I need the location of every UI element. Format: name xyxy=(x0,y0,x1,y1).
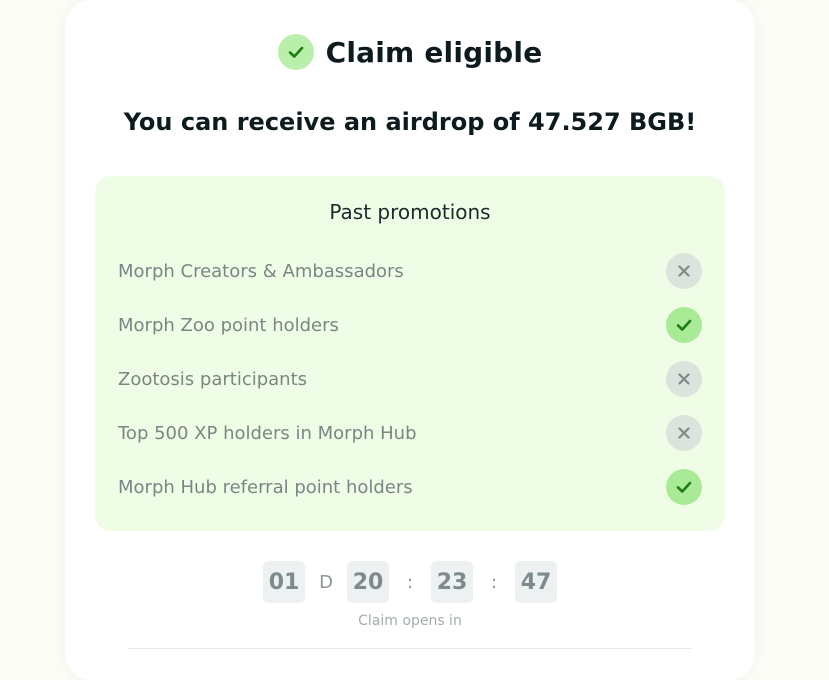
promotion-item-referral-point-holders: Morph Hub referral point holders xyxy=(118,468,702,506)
check-icon xyxy=(666,307,702,343)
countdown-separator: : xyxy=(490,571,498,593)
promotion-item-top-xp-holders: Top 500 XP holders in Morph Hub xyxy=(118,414,702,452)
cross-icon xyxy=(666,361,702,397)
countdown-separator: : xyxy=(406,571,414,593)
countdown-hours: 20 xyxy=(347,561,389,603)
divider xyxy=(128,648,692,649)
countdown-minutes: 23 xyxy=(431,561,473,603)
past-promotions-title: Past promotions xyxy=(329,200,491,224)
check-icon xyxy=(666,469,702,505)
cross-icon xyxy=(666,253,702,289)
past-promotions-panel: Past promotions Morph Creators & Ambassa… xyxy=(95,176,725,531)
promotion-label: Morph Hub referral point holders xyxy=(118,476,413,498)
countdown-days: 01 xyxy=(263,561,305,603)
cross-icon xyxy=(666,415,702,451)
promotion-label: Top 500 XP holders in Morph Hub xyxy=(118,422,417,444)
promotion-label: Zootosis participants xyxy=(118,368,308,390)
promotion-item-zootosis-participants: Zootosis participants xyxy=(118,360,702,398)
countdown-seconds: 47 xyxy=(515,561,557,603)
promotion-label: Morph Zoo point holders xyxy=(118,314,339,336)
claim-card: Claim eligible You can receive an airdro… xyxy=(65,0,755,680)
claim-countdown: 01 D 20 : 23 : 47 xyxy=(65,561,755,603)
promotion-item-creators-ambassadors: Morph Creators & Ambassadors xyxy=(118,252,702,290)
check-icon xyxy=(277,34,314,70)
countdown-days-unit: D xyxy=(319,571,333,593)
promotion-label: Morph Creators & Ambassadors xyxy=(118,260,404,282)
promotion-item-zoo-point-holders: Morph Zoo point holders xyxy=(118,306,702,344)
status-title: Claim eligible xyxy=(325,35,543,69)
claim-opens-caption: Claim opens in xyxy=(358,613,462,629)
airdrop-message: You can receive an airdrop of 47.527 BGB… xyxy=(123,108,697,136)
eligibility-status: Claim eligible xyxy=(65,34,755,70)
